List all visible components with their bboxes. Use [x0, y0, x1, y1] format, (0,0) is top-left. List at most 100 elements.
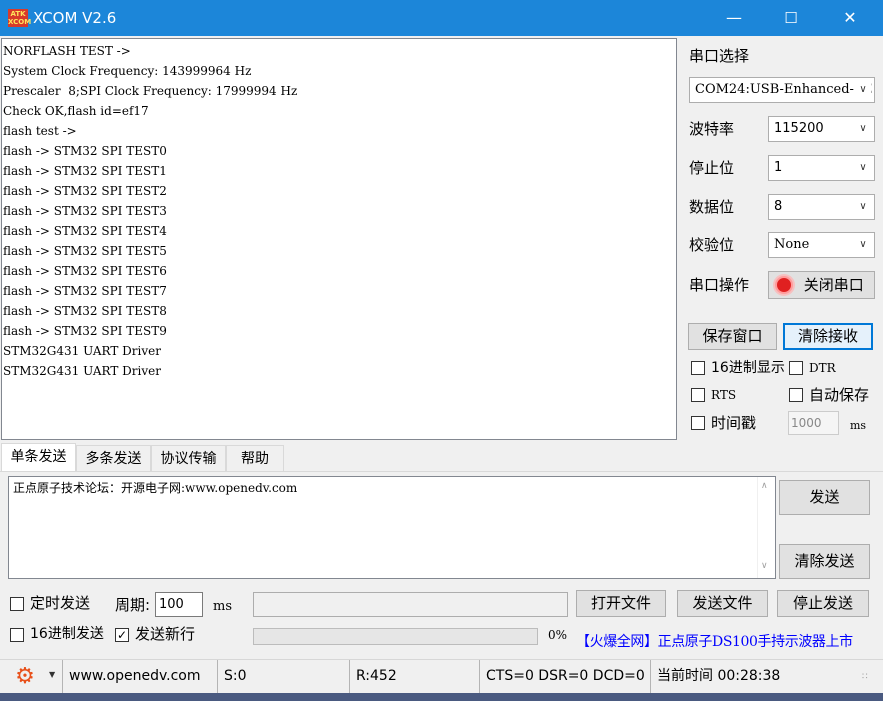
parity-label: 校验位	[689, 236, 735, 254]
port-status-led-icon	[775, 276, 793, 294]
receive-line: NORFLASH TEST ->	[3, 44, 131, 58]
auto-save-label: 自动保存	[809, 386, 870, 404]
chevron-down-icon: ∨	[855, 78, 871, 102]
receive-line: flash test ->	[3, 124, 77, 138]
status-line-signals: CTS=0 DSR=0 DCD=0	[479, 660, 650, 694]
clear-send-button[interactable]: 清除发送	[779, 544, 870, 579]
send-progress-bar	[253, 628, 538, 645]
receive-line: Prescaler 8;SPI Clock Frequency: 1799999…	[3, 84, 298, 98]
rts-checkbox[interactable]	[691, 388, 705, 402]
receive-line: flash -> STM32 SPI TEST1	[3, 164, 167, 178]
baud-select[interactable]: 115200 ∨	[768, 116, 875, 142]
tab-protocol[interactable]: 协议传输	[151, 445, 226, 472]
receive-line: STM32G431 UART Driver	[3, 344, 161, 358]
rts-label: RTS	[711, 388, 737, 402]
close-port-button[interactable]: 关闭串口	[768, 271, 875, 299]
send-button[interactable]: 发送	[779, 480, 870, 515]
close-button[interactable]: ✕	[827, 0, 873, 36]
data-bits-value: 8	[774, 199, 783, 214]
receive-line: flash -> STM32 SPI TEST9	[3, 324, 167, 338]
minimize-button[interactable]: —	[711, 0, 757, 36]
ad-link[interactable]: 【火爆全网】正点原子DS100手持示波器上市	[576, 631, 853, 651]
receive-line: flash -> STM32 SPI TEST3	[3, 204, 167, 218]
status-received-count: R:452	[349, 660, 479, 694]
file-path-input[interactable]	[253, 592, 568, 617]
chevron-down-icon: ∨	[855, 156, 871, 180]
receive-line: flash -> STM32 SPI TEST8	[3, 304, 167, 318]
port-select[interactable]: COM24:USB-Enhanced-SE ∨	[689, 77, 875, 103]
tab-multi-send[interactable]: 多条发送	[76, 445, 151, 472]
data-bits-label: 数据位	[689, 198, 735, 216]
scroll-up-icon[interactable]: ∧	[761, 481, 768, 491]
send-textarea[interactable]: 正点原子技术论坛：开源电子网:www.openedv.com ∧ ∨	[8, 476, 776, 579]
receive-line: flash -> STM32 SPI TEST7	[3, 284, 167, 298]
dropdown-arrow-icon[interactable]: ▼	[49, 670, 55, 679]
hex-display-label: 16进制显示	[711, 360, 785, 376]
period-input[interactable]: 100	[155, 592, 203, 617]
hex-send-label: 16进制发送	[30, 626, 104, 642]
settings-gear-icon[interactable]: ⚙	[14, 666, 36, 688]
receive-textarea[interactable]: NORFLASH TEST -> System Clock Frequency: …	[1, 38, 677, 440]
timestamp-interval-input[interactable]: 1000	[788, 411, 839, 435]
timestamp-checkbox[interactable]	[691, 416, 705, 430]
receive-line: Check OK,flash id=ef17	[3, 104, 149, 118]
scroll-down-icon[interactable]: ∨	[761, 561, 768, 571]
status-bar: ⚙ ▼ www.openedv.com S:0 R:452 CTS=0 DSR=…	[0, 659, 883, 694]
hex-display-checkbox[interactable]	[691, 361, 705, 375]
receive-line: flash -> STM32 SPI TEST4	[3, 224, 167, 238]
receive-line: STM32G431 UART Driver	[3, 364, 161, 378]
period-label: 周期:	[115, 596, 151, 614]
dtr-label: DTR	[809, 361, 836, 375]
send-file-button[interactable]: 发送文件	[677, 590, 768, 617]
resize-grip-icon[interactable]: ∷	[862, 673, 868, 682]
status-url[interactable]: www.openedv.com	[62, 660, 216, 694]
stop-bits-label: 停止位	[689, 159, 735, 177]
receive-line: flash -> STM32 SPI TEST6	[3, 264, 167, 278]
baud-label: 波特率	[689, 120, 735, 138]
close-port-label: 关闭串口	[803, 276, 864, 294]
maximize-button[interactable]: ☐	[768, 0, 814, 36]
title-bar: ATK XCOM XCOM V2.6 — ☐ ✕	[0, 0, 883, 36]
tab-divider	[0, 471, 883, 472]
clear-receive-button[interactable]: 清除接收	[783, 323, 873, 350]
stop-send-button[interactable]: 停止发送	[777, 590, 869, 617]
open-file-button[interactable]: 打开文件	[576, 590, 666, 617]
stop-bits-select[interactable]: 1 ∨	[768, 155, 875, 181]
period-unit: ms	[213, 599, 232, 614]
receive-line: flash -> STM32 SPI TEST0	[3, 144, 167, 158]
send-scrollbar[interactable]: ∧ ∨	[757, 477, 775, 578]
dtr-checkbox[interactable]	[789, 361, 803, 375]
timestamp-label: 时间戳	[711, 414, 757, 432]
parity-value: None	[774, 237, 810, 252]
receive-line: flash -> STM32 SPI TEST5	[3, 244, 167, 258]
hex-send-checkbox[interactable]	[10, 628, 24, 642]
stop-bits-value: 1	[774, 160, 783, 175]
serial-op-label: 串口操作	[689, 276, 750, 294]
receive-line: System Clock Frequency: 143999964 Hz	[3, 64, 252, 78]
desktop-edge	[0, 693, 883, 701]
chevron-down-icon: ∨	[855, 117, 871, 141]
send-newline-label: 发送新行	[135, 625, 196, 643]
timed-send-checkbox[interactable]	[10, 597, 24, 611]
port-label: 串口选择	[689, 47, 750, 65]
app-logo-icon: ATK XCOM	[8, 9, 32, 27]
save-window-button[interactable]: 保存窗口	[688, 323, 777, 350]
parity-select[interactable]: None ∨	[768, 232, 875, 258]
timed-send-label: 定时发送	[30, 594, 91, 612]
chevron-down-icon: ∨	[855, 195, 871, 219]
port-value: COM24:USB-Enhanced-SE	[695, 82, 873, 97]
send-progress-text: 0%	[548, 628, 568, 642]
tab-help[interactable]: 帮助	[226, 445, 284, 472]
tab-single-send[interactable]: 单条发送	[1, 443, 76, 472]
receive-line: flash -> STM32 SPI TEST2	[3, 184, 167, 198]
data-bits-select[interactable]: 8 ∨	[768, 194, 875, 220]
status-current-time: 当前时间 00:28:38	[650, 660, 883, 694]
status-sent-count: S:0	[217, 660, 349, 694]
send-text: 正点原子技术论坛：开源电子网:www.openedv.com	[13, 481, 298, 495]
timestamp-unit: ms	[850, 419, 867, 432]
send-newline-checkbox[interactable]: ✓	[115, 628, 129, 642]
baud-value: 115200	[774, 121, 824, 136]
chevron-down-icon: ∨	[855, 233, 871, 257]
auto-save-checkbox[interactable]	[789, 388, 803, 402]
window-title: XCOM V2.6	[33, 9, 117, 27]
